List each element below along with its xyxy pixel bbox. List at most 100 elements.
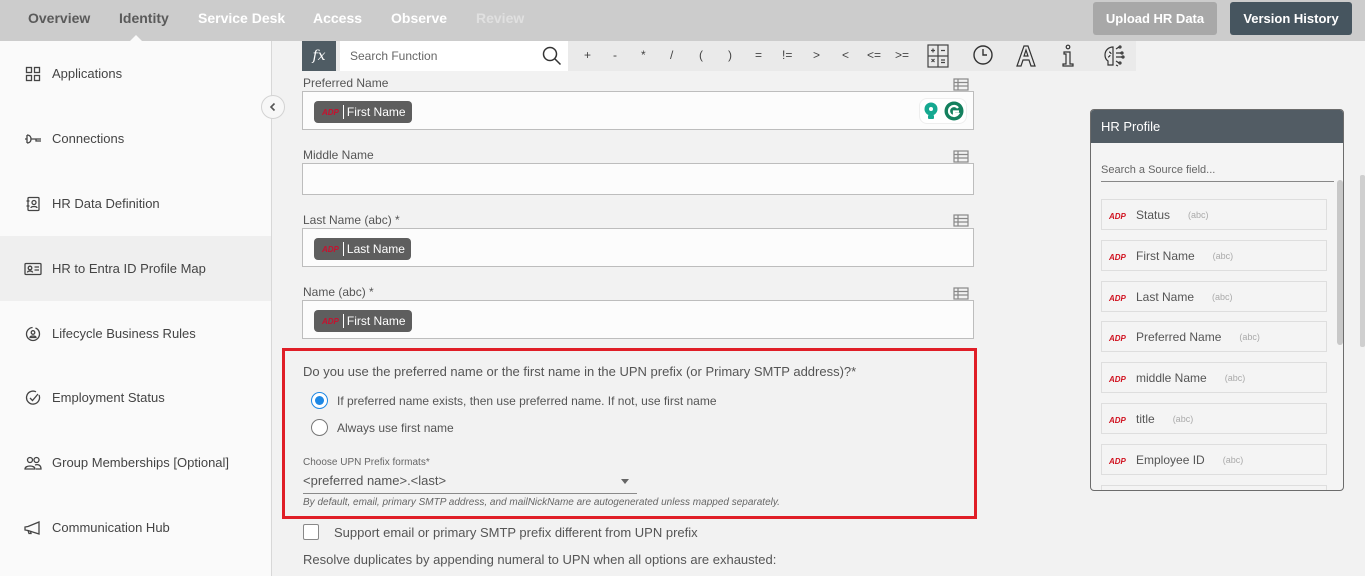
clock-icon[interactable] [972, 44, 994, 66]
radio-button[interactable] [311, 419, 328, 436]
lightbulb-icon[interactable] [923, 102, 939, 120]
name-label: Name (abc) * [303, 285, 374, 299]
sidebar-item-group-memberships[interactable]: Group Memberships [Optional] [0, 430, 271, 495]
mapped-field-chip[interactable]: ADP First Name [314, 310, 412, 332]
upn-question: Do you use the preferred name or the fir… [303, 364, 857, 379]
version-history-button[interactable]: Version History [1230, 2, 1352, 35]
operator-open-paren[interactable]: ( [699, 48, 703, 62]
sidebar-item-hr-data-definition[interactable]: HR Data Definition [0, 171, 271, 236]
sidebar-item-label: Group Memberships [Optional] [52, 455, 230, 470]
mapped-field-chip[interactable]: ADP First Name [314, 101, 412, 123]
hr-profile-title: HR Profile [1091, 110, 1343, 143]
middle-name-field[interactable] [302, 163, 974, 195]
source-field-item[interactable]: ADP Last Name (abc) [1101, 281, 1327, 312]
source-field-item[interactable]: ADP middle Name (abc) [1101, 362, 1327, 393]
adp-logo-icon: ADP [1109, 294, 1126, 303]
upn-hint: By default, email, primary SMTP address,… [303, 497, 780, 508]
adp-logo-icon: ADP [322, 244, 339, 254]
operator-less[interactable]: < [842, 48, 849, 62]
text-format-icon[interactable] [1015, 44, 1037, 68]
radio-label: Always use first name [337, 420, 454, 435]
source-field-search-input[interactable] [1101, 158, 1334, 182]
table-icon[interactable] [953, 287, 969, 300]
chip-label: First Name [346, 105, 406, 119]
table-icon[interactable] [953, 150, 969, 163]
source-field-item[interactable]: ADP First Name (abc) [1101, 240, 1327, 271]
sidebar-item-employment-status[interactable]: Employment Status [0, 365, 271, 430]
collapse-sidebar-button[interactable] [261, 95, 285, 119]
tab-service-desk[interactable]: Service Desk [198, 10, 285, 26]
upn-format-select[interactable]: <preferred name>.<last> [303, 473, 637, 494]
search-function-input[interactable] [340, 41, 568, 71]
sidebar-item-connections[interactable]: Connections [0, 106, 271, 171]
source-field-item[interactable] [1101, 485, 1327, 490]
fx-button[interactable]: fx [302, 41, 336, 71]
radio-label: If preferred name exists, then use prefe… [337, 393, 717, 408]
table-icon[interactable] [953, 78, 969, 91]
middle-name-label: Middle Name [303, 148, 374, 162]
source-field-item[interactable]: ADP Employee ID (abc) [1101, 444, 1327, 475]
tab-overview[interactable]: Overview [28, 10, 90, 26]
source-field-item[interactable]: ADP title (abc) [1101, 403, 1327, 434]
operator-greater-equal[interactable]: >= [895, 48, 909, 62]
operator-multiply[interactable]: * [641, 48, 646, 62]
hr-profile-panel: HR Profile ADPStatus(abc) ADPFirst Name(… [1090, 109, 1344, 491]
chip-label: First Name [346, 314, 406, 328]
sidebar-item-label: Connections [52, 131, 125, 146]
operator-equals[interactable]: = [755, 48, 762, 62]
users-icon [24, 454, 42, 472]
tab-observe[interactable]: Observe [391, 10, 447, 26]
hr-profile-scrollbar[interactable] [1337, 180, 1343, 345]
preferred-name-field[interactable]: ADP First Name [302, 91, 974, 130]
upn-format-value: <preferred name>.<last> [303, 473, 447, 488]
operator-greater[interactable]: > [813, 48, 820, 62]
table-icon[interactable] [953, 214, 969, 227]
chevron-left-icon [269, 102, 276, 112]
sidebar-item-lifecycle-business-rules[interactable]: Lifecycle Business Rules [0, 301, 271, 366]
sidebar-item-label: HR Data Definition [52, 196, 160, 211]
adp-logo-icon: ADP [1109, 334, 1126, 343]
user-circle-icon [24, 325, 42, 343]
adp-logo-icon: ADP [322, 316, 339, 326]
operator-less-equal[interactable]: <= [867, 48, 881, 62]
adp-logo-icon: ADP [322, 107, 339, 117]
support-email-checkbox[interactable] [303, 524, 319, 540]
last-name-label: Last Name (abc) * [303, 213, 400, 227]
search-icon[interactable] [542, 46, 562, 66]
source-field-item[interactable]: ADP Preferred Name (abc) [1101, 321, 1327, 352]
radio-option-preferred[interactable]: If preferred name exists, then use prefe… [311, 392, 717, 409]
operator-close-paren[interactable]: ) [728, 48, 732, 62]
radio-button[interactable] [311, 392, 328, 409]
sidebar-item-label: HR to Entra ID Profile Map [52, 261, 206, 276]
tab-access[interactable]: Access [313, 10, 362, 26]
chevron-down-icon [621, 479, 629, 484]
operator-divide[interactable]: / [670, 48, 673, 62]
sidebar-item-hr-to-entra-id-profile-map[interactable]: HR to Entra ID Profile Map [0, 236, 271, 301]
upload-hr-data-button[interactable]: Upload HR Data [1093, 2, 1217, 35]
resolve-duplicates-label: Resolve duplicates by appending numeral … [303, 552, 777, 567]
operator-plus[interactable]: + [584, 48, 591, 62]
grammarly-widget[interactable] [919, 98, 967, 124]
calculator-icon[interactable] [927, 44, 949, 68]
last-name-field[interactable]: ADP Last Name [302, 228, 974, 267]
source-field-item[interactable]: ADP Status (abc) [1101, 199, 1327, 230]
radio-option-first-name[interactable]: Always use first name [311, 419, 454, 436]
operator-minus[interactable]: - [613, 48, 617, 62]
ai-brain-icon[interactable] [1102, 44, 1126, 68]
sidebar-item-applications[interactable]: Applications [0, 41, 271, 106]
page-scrollbar[interactable] [1360, 175, 1365, 347]
info-icon[interactable] [1060, 44, 1076, 68]
adp-logo-icon: ADP [1109, 416, 1126, 425]
operator-not-equals[interactable]: != [782, 48, 792, 62]
top-nav: Overview Identity Service Desk Access Ob… [0, 0, 1365, 41]
mapped-field-chip[interactable]: ADP Last Name [314, 238, 411, 260]
tab-review[interactable]: Review [476, 10, 524, 26]
grammarly-icon[interactable] [944, 101, 964, 121]
sidebar-item-communication-hub[interactable]: Communication Hub [0, 495, 271, 560]
support-email-option[interactable]: Support email or primary SMTP prefix dif… [303, 524, 698, 540]
name-field[interactable]: ADP First Name [302, 300, 974, 339]
sidebar: Applications Connections HR Data Definit… [0, 41, 272, 576]
upn-format-label: Choose UPN Prefix formats* [303, 457, 430, 468]
sidebar-item-label: Applications [52, 66, 123, 81]
tab-identity[interactable]: Identity [119, 10, 169, 26]
